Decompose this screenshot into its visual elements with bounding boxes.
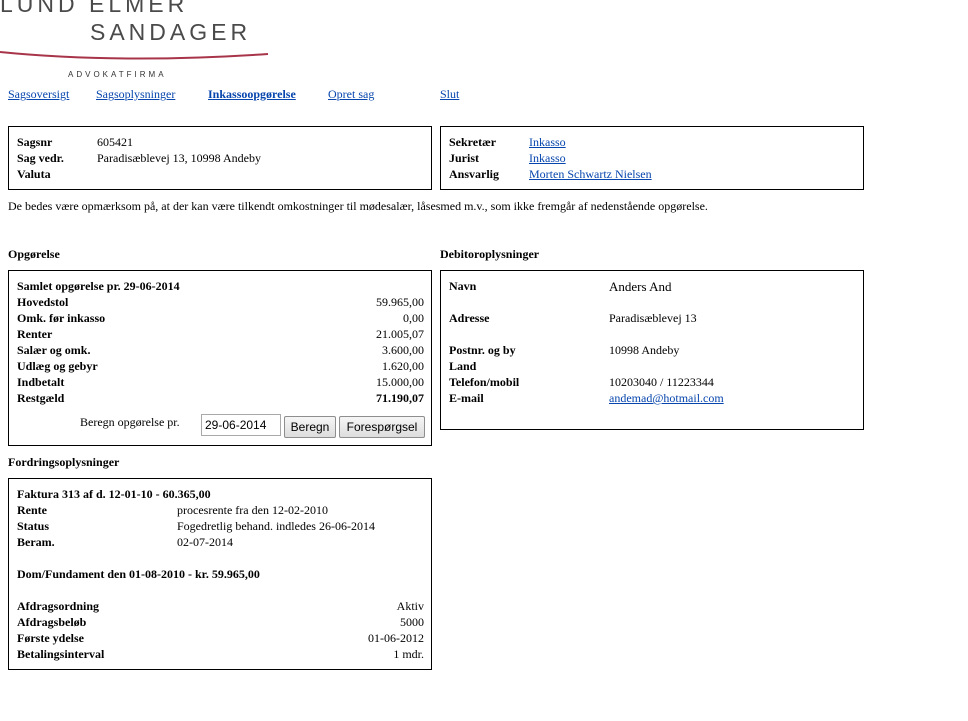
debitor-box: Navn Anders And Adresse Paradisæblevej 1… [440, 270, 864, 430]
sagvedr-label: Sag vedr. [17, 151, 64, 165]
row-value: 5000 [400, 615, 424, 629]
telefon-label: Telefon/mobil [449, 375, 520, 389]
row-label: Renter [17, 327, 53, 341]
foresporgsel-button[interactable]: Forespørgsel [339, 416, 425, 438]
sagsnr-value: 605421 [97, 135, 133, 149]
row-label: Afdragsordning [17, 599, 100, 613]
jurist-label: Jurist [449, 151, 479, 165]
sekretaer-link[interactable]: Inkasso [529, 135, 566, 150]
sagsnr-label: Sagsnr [17, 135, 53, 149]
rente-label: Rente [17, 503, 47, 517]
row-label: Hovedstol [17, 295, 69, 309]
row-value: 0,00 [403, 311, 424, 325]
rente-value: procesrente fra den 12-02-2010 [177, 503, 328, 517]
row-label: Omk. før inkasso [17, 311, 106, 325]
beram-label: Beram. [17, 535, 55, 549]
dom-heading: Dom/Fundament den 01-08-2010 - kr. 59.96… [17, 567, 260, 581]
row-label: Betalingsinterval [17, 647, 105, 661]
row-label: Udlæg og gebyr [17, 359, 98, 373]
logo-tagline: ADVOKATFIRMA [68, 70, 167, 79]
faktura-heading: Faktura 313 af d. 12-01-10 - 60.365,00 [17, 487, 211, 501]
postnr-label: Postnr. og by [449, 343, 516, 357]
opgorelse-title: Opgørelse [8, 247, 60, 261]
row-value: 59.965,00 [376, 295, 424, 309]
row-label: Indbetalt [17, 375, 65, 389]
nav-opret-sag[interactable]: Opret sag [328, 87, 374, 102]
restgaeld-label: Restgæld [17, 391, 65, 405]
fordring-box: Faktura 313 af d. 12-01-10 - 60.365,00 R… [8, 478, 432, 670]
fordring-title: Fordringsoplysninger [8, 455, 120, 469]
adresse-value: Paradisæblevej 13 [609, 311, 697, 325]
logo-arc-icon [0, 51, 269, 60]
company-logo: LUND ELMER SANDAGER ADVOKATFIRMA [0, 0, 272, 82]
land-label: Land [449, 359, 477, 373]
navn-label: Navn [449, 279, 477, 293]
row-value: Aktiv [396, 599, 424, 613]
valuta-label: Valuta [17, 167, 51, 181]
row-value: 1.620,00 [382, 359, 424, 373]
row-value: 21.005,07 [376, 327, 424, 341]
email-label: E-mail [449, 391, 484, 405]
row-label: Salær og omk. [17, 343, 91, 357]
date-input[interactable] [201, 414, 281, 436]
ansvarlig-label: Ansvarlig [449, 167, 500, 181]
telefon-value: 10203040 / 11223344 [609, 375, 714, 389]
row-value: 15.000,00 [376, 375, 424, 389]
ansvarlig-link[interactable]: Morten Schwartz Nielsen [529, 167, 652, 182]
sagvedr-value: Paradisæblevej 13, 10998 Andeby [97, 151, 261, 165]
row-label: Første ydelse [17, 631, 84, 645]
case-info-box: Sagsnr 605421 Sag vedr. Paradisæblevej 1… [8, 126, 432, 190]
beregn-label: Beregn opgørelse pr. [80, 415, 180, 429]
jurist-link[interactable]: Inkasso [529, 151, 566, 166]
beram-value: 02-07-2014 [177, 535, 233, 549]
nav-sagsoversigt[interactable]: Sagsoversigt [8, 87, 69, 102]
opgorelse-heading: Samlet opgørelse pr. 29-06-2014 [17, 279, 180, 293]
row-value: 01-06-2012 [368, 631, 424, 645]
adresse-label: Adresse [449, 311, 490, 325]
staff-info-box: Sekretær Inkasso Jurist Inkasso Ansvarli… [440, 126, 864, 190]
sekretaer-label: Sekretær [449, 135, 497, 149]
nav-inkassoopgorelse[interactable]: Inkassoopgørelse [208, 87, 296, 102]
restgaeld-value: 71.190,07 [376, 391, 424, 405]
status-value: Fogedretlig behand. indledes 26-06-2014 [177, 519, 375, 533]
email-link[interactable]: andemad@hotmail.com [609, 391, 724, 406]
nav-sagsoplysninger[interactable]: Sagsoplysninger [96, 87, 175, 102]
status-label: Status [17, 519, 50, 533]
logo-text-line1: LUND ELMER [0, 0, 189, 17]
row-value: 1 mdr. [393, 647, 424, 661]
notice-text: De bedes være opmærksom på, at der kan v… [8, 199, 708, 213]
row-value: 3.600,00 [382, 343, 424, 357]
opgorelse-box: Samlet opgørelse pr. 29-06-2014 Hovedsto… [8, 270, 432, 446]
postnr-value: 10998 Andeby [609, 343, 680, 357]
row-label: Afdragsbeløb [17, 615, 87, 629]
nav-slut[interactable]: Slut [440, 87, 459, 102]
beregn-button[interactable]: Beregn [284, 416, 336, 438]
debitor-title: Debitoroplysninger [440, 247, 540, 261]
navn-value: Anders And [609, 279, 672, 294]
